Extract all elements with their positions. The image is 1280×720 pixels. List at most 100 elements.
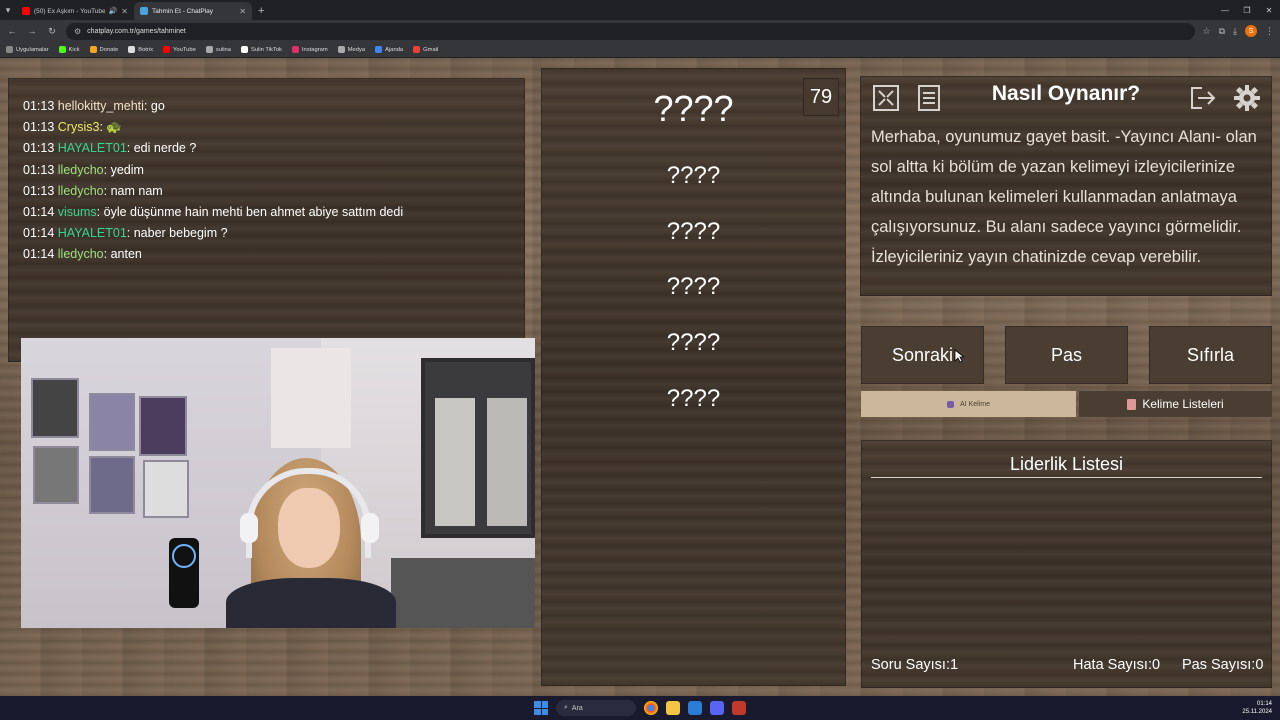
webcam-poster: [139, 396, 187, 456]
back-icon[interactable]: ←: [6, 26, 18, 36]
bookmark-label: YouTube: [173, 46, 196, 53]
bookmark-label: Uygulamalar: [16, 46, 49, 53]
leaderboard-title: Liderlik Listesi: [1009, 454, 1124, 474]
chat-time: 01:14: [23, 247, 55, 262]
window-controls: — ❐ ✕: [1214, 0, 1280, 20]
bookmark-label: Instagram: [301, 46, 328, 53]
chat-message: 01:13 lledycho: yedim: [23, 160, 510, 181]
menu-icon[interactable]: ⋮: [1265, 26, 1274, 37]
chat-message: 01:14 lledycho: anten: [23, 244, 510, 265]
forbidden-word: ????: [666, 273, 721, 300]
ai-icon: [947, 400, 955, 408]
webcam-bed: [391, 558, 535, 628]
chat-text: : nam nam: [103, 183, 163, 198]
bookmark-medya[interactable]: Medya: [337, 46, 365, 53]
address-bar-row: ← → ↻ ⚙ chatplay.com.tr/games/tahminet ☆…: [0, 20, 1280, 42]
calendar-icon: [375, 46, 383, 53]
donate-icon: [89, 46, 97, 53]
extensions-icon[interactable]: ⧉: [1219, 26, 1225, 37]
chat-username: hellokitty_mehti: [57, 99, 144, 113]
discord-icon[interactable]: [710, 701, 724, 715]
close-window-icon[interactable]: ✕: [1258, 6, 1280, 15]
bookmark-apps[interactable]: Uygulamalar: [6, 46, 49, 53]
chat-text: : 🐢: [99, 120, 122, 135]
file-explorer-icon[interactable]: [666, 701, 680, 715]
chat-time: 01:13: [23, 120, 55, 135]
word-panel: [541, 68, 846, 686]
webcam-poster: [143, 460, 189, 518]
chrome-icon[interactable]: [644, 701, 658, 715]
instagram-icon: [291, 46, 299, 53]
url-text: chatplay.com.tr/games/tahminet: [87, 27, 186, 35]
close-tab-icon[interactable]: ✕: [121, 7, 128, 16]
taskbar-clock: 01:14 25.11.2024: [1242, 700, 1272, 716]
reset-button[interactable]: Sıfırla: [1149, 326, 1272, 384]
chat-message: 01:14 visums: öyle düşünme hain mehti be…: [23, 202, 510, 223]
tab-search-icon[interactable]: ▾: [0, 0, 16, 20]
bookmark-tiktok[interactable]: Sulin TikTok: [240, 46, 282, 53]
app-icon[interactable]: [688, 701, 702, 715]
tab-youtube[interactable]: (50) Ex Aşkım - YouTube 🔊 ✕: [16, 2, 134, 20]
tab-title: (50) Ex Aşkım - YouTube: [34, 7, 105, 15]
chat-time: 01:13: [23, 99, 55, 113]
bookmark-sulina[interactable]: sulina: [205, 46, 231, 53]
chat-text: : go: [143, 99, 165, 113]
bookmark-star-icon[interactable]: ☆: [1203, 26, 1211, 37]
search-icon: ⌕: [564, 704, 568, 711]
browser-tab-bar: ▾ (50) Ex Aşkım - YouTube 🔊 ✕ Tahmin Et …: [0, 0, 1280, 20]
bookmark-donate[interactable]: Donate: [89, 46, 119, 53]
forward-icon[interactable]: →: [26, 26, 38, 36]
bookmark-gmail[interactable]: Gmail: [413, 46, 438, 53]
taskbar-search[interactable]: ⌕ Ara: [556, 700, 636, 716]
bookmark-ajanda[interactable]: Ajanda: [375, 46, 403, 53]
bookmarks-bar: Uygulamalar Kick Donate Botrix YouTube s…: [0, 42, 1280, 58]
settings-gear-icon[interactable]: [1231, 82, 1263, 114]
chat-text: : yedim: [103, 162, 144, 177]
bookmark-instagram[interactable]: Instagram: [291, 46, 328, 53]
bookmark-kick[interactable]: Kick: [58, 46, 80, 53]
next-button[interactable]: Sonraki: [861, 326, 984, 384]
mouse-cursor-icon: [954, 349, 964, 363]
youtube-icon: [22, 7, 30, 15]
bookmark-youtube[interactable]: YouTube: [163, 46, 196, 53]
word-lists-tab[interactable]: Kelime Listeleri: [1079, 391, 1272, 417]
webcam-poster: [33, 446, 79, 504]
chat-username: lledycho: [57, 183, 104, 198]
exit-icon[interactable]: [1186, 82, 1218, 114]
chat-username: lledycho: [57, 247, 104, 262]
url-field[interactable]: ⚙ chatplay.com.tr/games/tahminet: [66, 22, 1195, 40]
ai-word-label: AI Kelime: [960, 400, 990, 408]
chat-username: HAYALET01: [57, 226, 127, 241]
chat-text: : naber bebegim ?: [126, 226, 228, 241]
webcam-poster: [89, 393, 135, 451]
list-icon: [1127, 398, 1137, 410]
streamer: [226, 458, 396, 628]
new-tab-button[interactable]: +: [252, 2, 270, 20]
maximize-icon[interactable]: ❐: [1236, 6, 1258, 15]
clock-time: 01:14: [1256, 701, 1272, 707]
chat-username: lledycho: [57, 162, 104, 177]
download-icon[interactable]: ⤓: [1233, 26, 1237, 37]
close-tab-icon[interactable]: ✕: [239, 7, 246, 16]
gmail-icon: [413, 46, 421, 53]
bookmark-botrix[interactable]: Botrix: [128, 46, 153, 53]
kick-icon: [58, 46, 66, 53]
pass-button[interactable]: Pas: [1005, 326, 1128, 384]
chat-username: HAYALET01: [57, 141, 127, 156]
windows-start-icon[interactable]: [534, 701, 548, 715]
webcam-window: [421, 358, 535, 538]
app-icon[interactable]: [732, 701, 746, 715]
bookmark-label: Sulin TikTok: [250, 46, 282, 53]
bookmark-label: Donate: [99, 46, 119, 53]
minimize-icon[interactable]: —: [1214, 6, 1236, 15]
site-info-icon[interactable]: ⚙: [74, 27, 81, 36]
reload-icon[interactable]: ↻: [46, 26, 58, 37]
chat-message: 01:14 HAYALET01: naber bebegim ?: [23, 223, 510, 244]
speaker-icon[interactable]: 🔊: [109, 7, 118, 15]
profile-avatar[interactable]: S: [1245, 25, 1257, 37]
chat-message: 01:13 hellokitty_mehti: go: [23, 96, 510, 117]
tab-chatplay[interactable]: Tahmin Et - ChatPlay ✕: [134, 2, 252, 20]
bookmark-label: Gmail: [423, 46, 439, 53]
ai-word-tab[interactable]: AI Kelime: [861, 391, 1076, 417]
globe-icon: [205, 46, 213, 53]
